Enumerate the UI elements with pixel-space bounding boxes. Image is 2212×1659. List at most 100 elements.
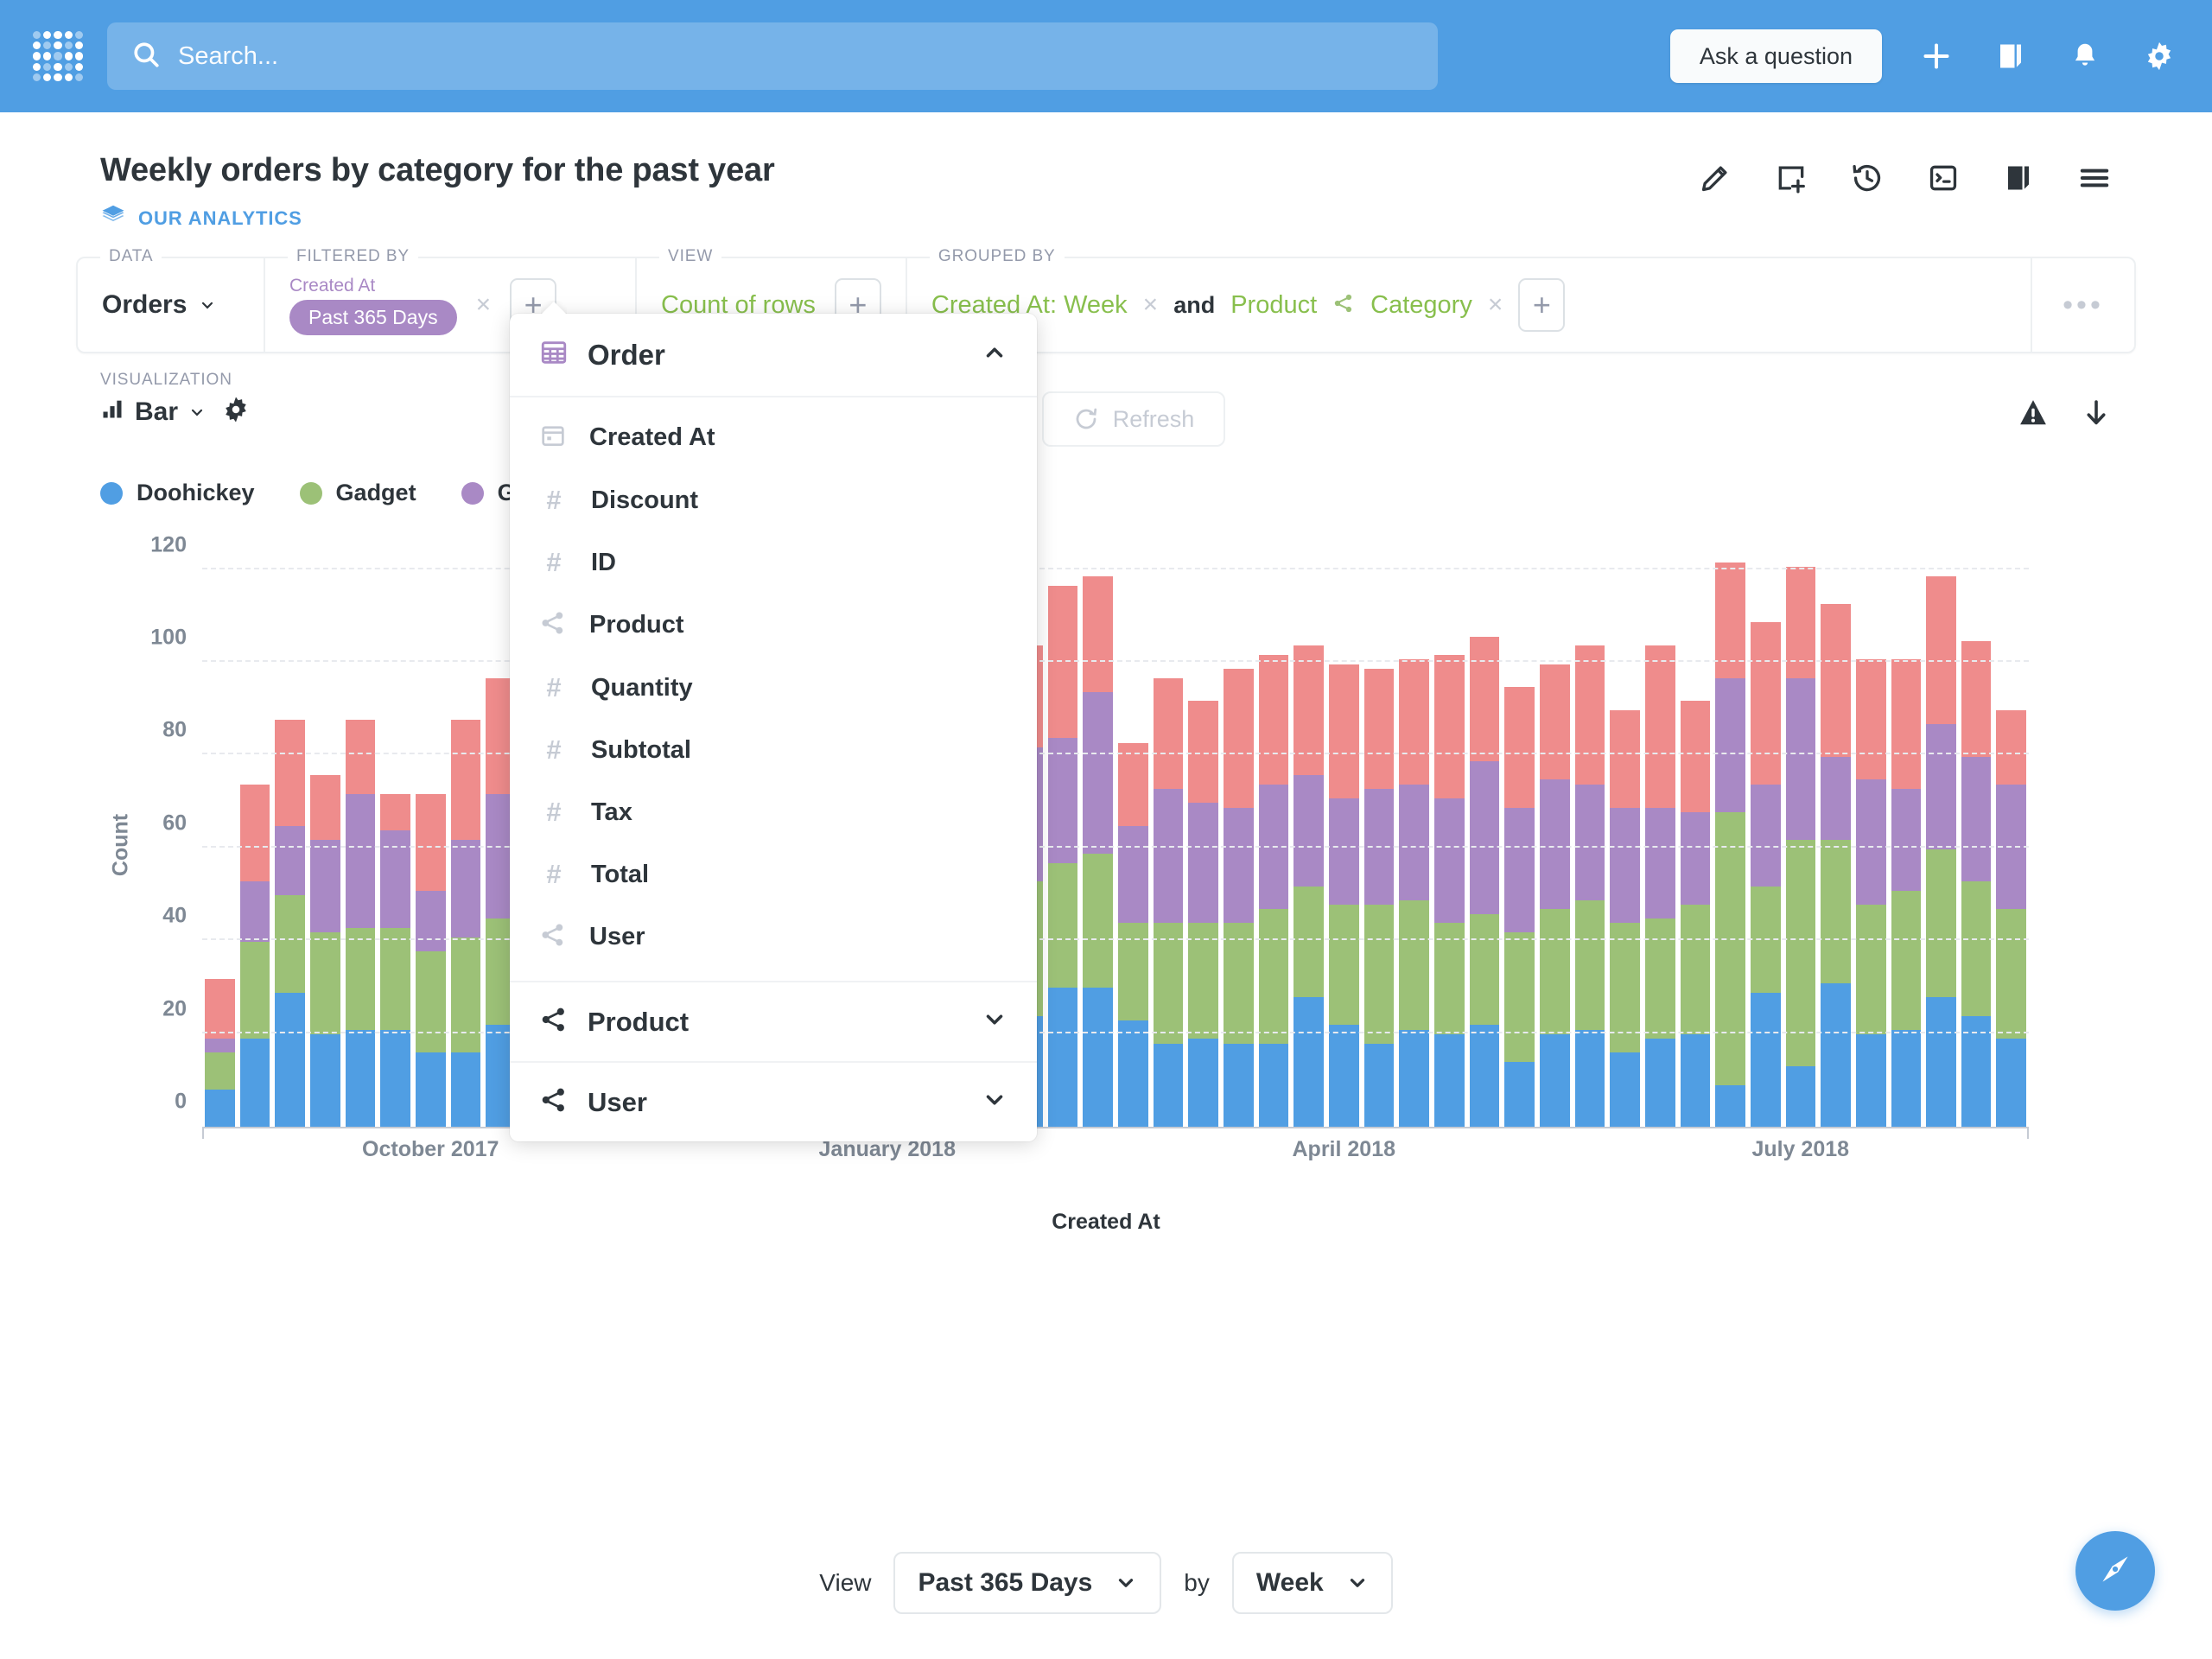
bar-segment-gadget[interactable] xyxy=(1153,923,1184,1044)
bar-segment-widget[interactable] xyxy=(1821,604,1851,757)
bar-segment-gadget[interactable] xyxy=(1469,913,1500,1026)
bar-group[interactable] xyxy=(1467,525,1503,1127)
bar-segment-doohickey[interactable] xyxy=(1821,983,1851,1127)
bar-group[interactable] xyxy=(1046,525,1081,1127)
bar-segment-widget[interactable] xyxy=(1996,710,2027,785)
compass-fab-button[interactable] xyxy=(2075,1531,2155,1611)
bar-segment-gizmo[interactable] xyxy=(1891,789,1922,891)
bar-segment-gizmo[interactable] xyxy=(1644,807,1675,919)
bar-segment-gadget[interactable] xyxy=(1891,890,1922,1030)
bar-segment-widget[interactable] xyxy=(1574,645,1605,785)
bar-segment-gadget[interactable] xyxy=(1610,923,1640,1053)
remove-filter-icon[interactable]: × xyxy=(476,292,492,318)
bar-group[interactable] xyxy=(1326,525,1362,1127)
bar-group[interactable] xyxy=(1607,525,1643,1127)
bar-segment-gizmo[interactable] xyxy=(275,826,305,896)
chevron-down-icon[interactable] xyxy=(982,1007,1007,1037)
bar-segment-widget[interactable] xyxy=(345,719,376,794)
bar-segment-widget[interactable] xyxy=(1329,664,1359,798)
bar-segment-gizmo[interactable] xyxy=(1083,691,1114,855)
gear-icon[interactable] xyxy=(2139,36,2179,76)
bar-segment-widget[interactable] xyxy=(275,719,305,827)
bar-segment-widget[interactable] xyxy=(239,784,270,882)
ask-a-question-button[interactable]: Ask a question xyxy=(1669,29,1882,83)
sql-console-icon[interactable] xyxy=(1927,162,1960,194)
bar-segment-gadget[interactable] xyxy=(1644,918,1675,1039)
bar-group[interactable] xyxy=(1116,525,1151,1127)
bar-group[interactable] xyxy=(1291,525,1326,1127)
bar-segment-doohickey[interactable] xyxy=(1469,1025,1500,1127)
bar-segment-widget[interactable] xyxy=(1504,687,1535,808)
bar-segment-doohickey[interactable] xyxy=(1363,1043,1395,1127)
field-option-id[interactable]: # ID xyxy=(510,531,1037,594)
bar-segment-widget[interactable] xyxy=(1258,654,1289,785)
bar-segment-widget[interactable] xyxy=(1469,636,1500,762)
bar-segment-widget[interactable] xyxy=(415,793,446,891)
bar-segment-widget[interactable] xyxy=(1294,645,1324,776)
bar-segment-widget[interactable] xyxy=(1855,659,1886,780)
bar-segment-gadget[interactable] xyxy=(1539,909,1570,1034)
bar-group[interactable] xyxy=(238,525,273,1127)
add-groupby-button[interactable]: + xyxy=(1518,278,1566,332)
popover-header-order[interactable]: Order xyxy=(510,314,1037,397)
bar-segment-doohickey[interactable] xyxy=(1504,1062,1535,1127)
bar-segment-gizmo[interactable] xyxy=(1539,779,1570,910)
bar-segment-gizmo[interactable] xyxy=(1469,761,1500,914)
bar-segment-gizmo[interactable] xyxy=(239,881,270,942)
bar-segment-gizmo[interactable] xyxy=(1926,724,1956,849)
add-to-dashboard-icon[interactable] xyxy=(1775,162,1808,194)
bar-segment-gizmo[interactable] xyxy=(1821,756,1851,841)
bar-segment-gadget[interactable] xyxy=(1504,932,1535,1063)
remove-groupby-2-icon[interactable]: × xyxy=(1488,292,1503,318)
bar-segment-doohickey[interactable] xyxy=(1433,1033,1465,1127)
field-option-created-at[interactable]: Created At xyxy=(510,406,1037,469)
bar-segment-gizmo[interactable] xyxy=(1750,784,1781,887)
bar-segment-gizmo[interactable] xyxy=(1118,826,1148,924)
bar-segment-doohickey[interactable] xyxy=(1294,997,1324,1127)
bar-group[interactable] xyxy=(1573,525,1608,1127)
bar-segment-gadget[interactable] xyxy=(1083,854,1114,988)
bar-segment-gizmo[interactable] xyxy=(1433,798,1465,924)
bar-group[interactable] xyxy=(1362,525,1397,1127)
metabase-logo[interactable] xyxy=(33,31,83,81)
bar-segment-gadget[interactable] xyxy=(1188,923,1219,1039)
field-option-subtotal[interactable]: # Subtotal xyxy=(510,719,1037,781)
bar-segment-gadget[interactable] xyxy=(1329,905,1359,1026)
bar-segment-doohickey[interactable] xyxy=(345,1029,376,1127)
bar-segment-gadget[interactable] xyxy=(1715,811,1745,1085)
remove-groupby-1-icon[interactable]: × xyxy=(1143,292,1159,318)
bar-segment-doohickey[interactable] xyxy=(1047,988,1078,1127)
bar-segment-widget[interactable] xyxy=(1961,640,1992,757)
bar-segment-doohickey[interactable] xyxy=(1539,1033,1570,1127)
bar-segment-gizmo[interactable] xyxy=(415,890,446,951)
bar-group[interactable] xyxy=(1713,525,1748,1127)
bar-segment-gizmo[interactable] xyxy=(1504,807,1535,933)
time-unit-select[interactable]: Week xyxy=(1231,1552,1393,1614)
bar-segment-widget[interactable] xyxy=(1188,701,1219,804)
bar-segment-gadget[interactable] xyxy=(1996,909,2027,1039)
bar-segment-gadget[interactable] xyxy=(275,895,305,993)
bar-group[interactable] xyxy=(1783,525,1819,1127)
popover-section-user[interactable]: User xyxy=(510,1061,1037,1141)
bar-segment-doohickey[interactable] xyxy=(1153,1043,1184,1127)
bar-segment-doohickey[interactable] xyxy=(1399,1029,1429,1127)
bar-segment-gadget[interactable] xyxy=(450,937,481,1053)
bar-segment-gizmo[interactable] xyxy=(1399,784,1429,900)
bar-segment-gizmo[interactable] xyxy=(1680,811,1711,906)
bar-segment-doohickey[interactable] xyxy=(1715,1084,1745,1127)
pencil-icon[interactable] xyxy=(1699,162,1732,194)
bar-group[interactable] xyxy=(448,525,484,1127)
bar-segment-gadget[interactable] xyxy=(415,950,446,1053)
bar-segment-doohickey[interactable] xyxy=(1188,1039,1219,1127)
bar-segment-gadget[interactable] xyxy=(309,932,340,1034)
bar-segment-gizmo[interactable] xyxy=(205,1039,235,1053)
bar-segment-doohickey[interactable] xyxy=(309,1033,340,1127)
bar-segment-gizmo[interactable] xyxy=(1294,775,1324,887)
bar-group[interactable] xyxy=(1080,525,1116,1127)
bar-group[interactable] xyxy=(1432,525,1467,1127)
collection-breadcrumb[interactable]: OUR ANALYTICS xyxy=(100,203,1699,234)
bar-segment-doohickey[interactable] xyxy=(415,1052,446,1127)
search-input[interactable]: Search... xyxy=(107,22,1438,90)
visualization-settings-gear-icon[interactable] xyxy=(221,395,251,429)
query-more-options-button[interactable]: ••• xyxy=(2031,258,2134,352)
